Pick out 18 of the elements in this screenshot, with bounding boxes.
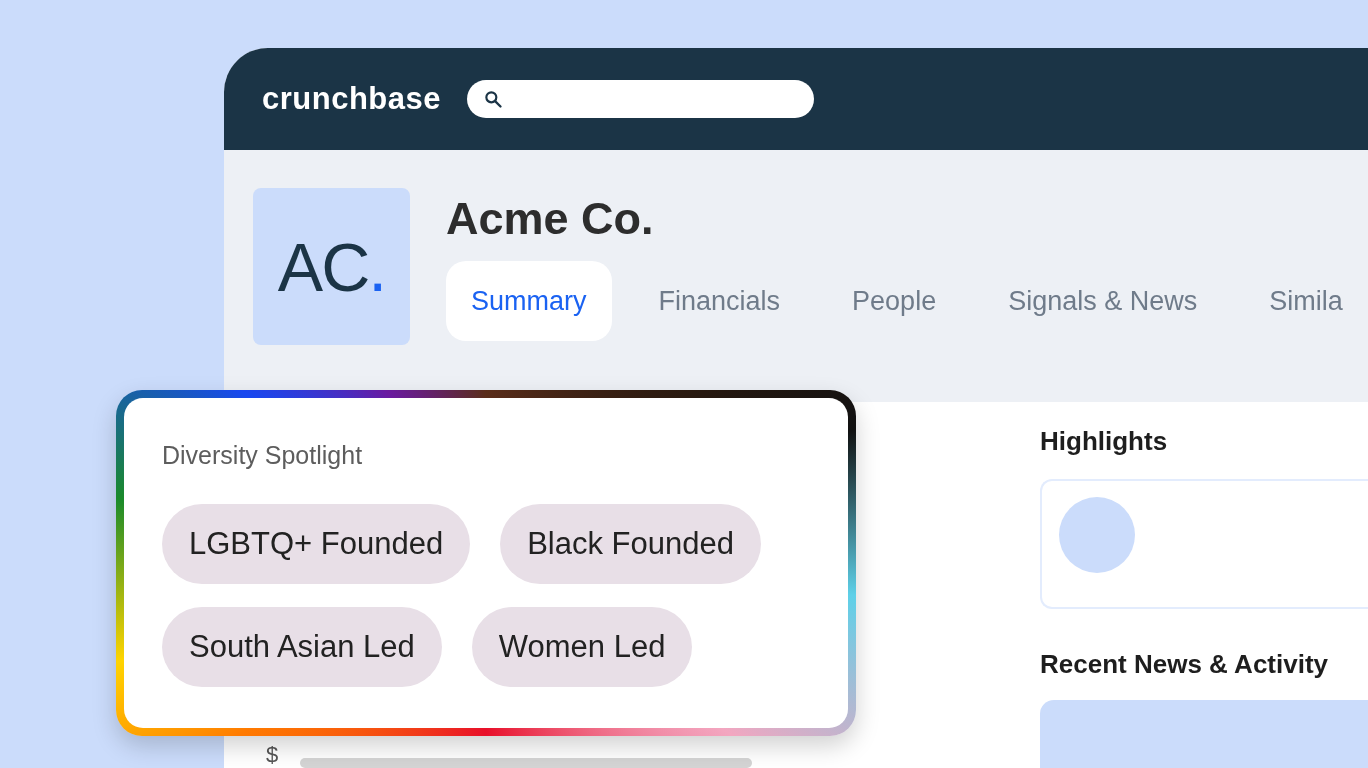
section-title: Recent News & Activity [1040,648,1330,680]
tab[interactable]: Signals & News [983,261,1223,341]
search-icon [483,89,503,109]
search-field[interactable] [467,80,814,118]
diversity-tag: South Asian Led [162,607,442,687]
card-title: Diversity Spotlight [162,441,364,470]
tab[interactable]: Simila [1244,261,1368,341]
company-name: Acme Co. [446,196,655,241]
currency-symbol: $ [266,744,279,766]
section-title: Highlights [1040,426,1169,457]
tab[interactable]: Summary [446,261,612,341]
diversity-tag: Women Led [471,607,693,687]
diversity-tag: LGBTQ+ Founded [162,504,471,584]
tab[interactable]: People [827,261,962,341]
company-logo: AC. [253,188,410,345]
diversity-tag: Black Founded [500,504,761,584]
tab[interactable]: Financials [633,261,806,341]
crunchbase-logo: crunchbase [262,81,441,117]
